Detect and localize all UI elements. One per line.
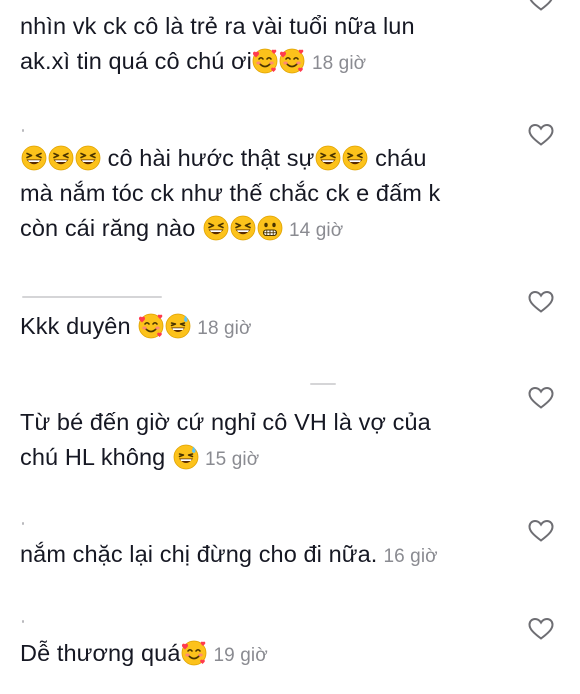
heart-outline-icon[interactable] bbox=[528, 0, 554, 12]
grinning-squinting-face-emoji bbox=[315, 145, 341, 171]
comment-3-timestamp: 18 giờ bbox=[197, 318, 252, 339]
grinning-squinting-face-emoji bbox=[342, 145, 368, 171]
grinning-squinting-face-emoji bbox=[229, 215, 256, 241]
comment-3-author-name bbox=[22, 296, 162, 298]
comment-2-text-part-a: cô hài hước thật sự bbox=[107, 145, 315, 171]
comment-6-text: Dễ thương quá 19 giờ bbox=[20, 636, 520, 673]
comment-6-timestamp: 19 giờ bbox=[213, 645, 268, 666]
grinning-squinting-face-emoji bbox=[20, 145, 47, 171]
smiling-face-with-hearts-emoji bbox=[181, 640, 207, 666]
comment-4-author-name bbox=[310, 383, 336, 385]
comment-1-line-2: ak.xì tin quá cô chú ơi bbox=[20, 48, 252, 74]
heart-outline-icon[interactable] bbox=[528, 290, 554, 314]
comment-4-text: Từ bé đến giờ cứ nghỉ cô VH là vợ của ch… bbox=[20, 405, 520, 477]
comment-2-line-2: mà nắm tóc ck như thế chắc ck e đấm k bbox=[20, 180, 441, 206]
comment-6-body: Dễ thương quá bbox=[20, 640, 181, 666]
comment-2-author-name bbox=[22, 129, 24, 132]
comment-4-line-1: Từ bé đến giờ cứ nghỉ cô VH là vợ của bbox=[20, 409, 431, 435]
comment-2-timestamp: 14 giờ bbox=[289, 220, 344, 241]
heart-outline-icon[interactable] bbox=[528, 123, 554, 147]
comment-1-text: nhìn vk ck cô là trẻ ra vài tuổi nữa lun… bbox=[20, 9, 520, 81]
comment-5-text: nắm chặc lại chị đừng cho đi nữa. 16 giờ bbox=[20, 537, 520, 574]
comment-1-timestamp: 18 giờ bbox=[311, 53, 367, 74]
heart-outline-icon[interactable] bbox=[528, 617, 554, 641]
heart-outline-icon[interactable] bbox=[528, 519, 554, 543]
heart-outline-icon[interactable] bbox=[528, 386, 554, 410]
comment-6-author-name bbox=[22, 620, 24, 623]
grinning-squinting-face-emoji bbox=[74, 145, 101, 171]
grinning-squinting-face-emoji bbox=[47, 145, 74, 171]
comment-5-timestamp: 16 giờ bbox=[383, 546, 438, 567]
smiling-face-with-hearts-emoji bbox=[252, 48, 279, 74]
comment-1-line-1: nhìn vk ck cô là trẻ ra vài tuổi nữa lun bbox=[20, 13, 415, 39]
comment-3-body: Kkk duyên bbox=[20, 313, 131, 339]
comment-5-author-name bbox=[22, 522, 24, 525]
comment-2-line-3: còn cái răng nào bbox=[20, 215, 196, 241]
grinning-squinting-face-emoji bbox=[202, 215, 229, 241]
comment-2-text: cô hài hước thật sự cháu mà nắm tóc ck n… bbox=[20, 141, 520, 248]
comment-4-timestamp: 15 giờ bbox=[205, 449, 260, 470]
smiling-face-with-hearts-emoji bbox=[279, 48, 306, 74]
grinning-face-with-sweat-emoji bbox=[165, 313, 191, 339]
comment-2-text-part-b: cháu bbox=[375, 145, 427, 171]
grinning-face-with-sweat-emoji bbox=[172, 444, 199, 470]
comment-5-body: nắm chặc lại chị đừng cho đi nữa. bbox=[20, 541, 378, 567]
smiling-face-with-hearts-emoji bbox=[137, 313, 164, 339]
grimacing-face-emoji bbox=[256, 215, 283, 241]
comment-3-text: Kkk duyên 18 giờ bbox=[20, 309, 520, 346]
comment-4-line-2: chú HL không bbox=[20, 444, 166, 470]
